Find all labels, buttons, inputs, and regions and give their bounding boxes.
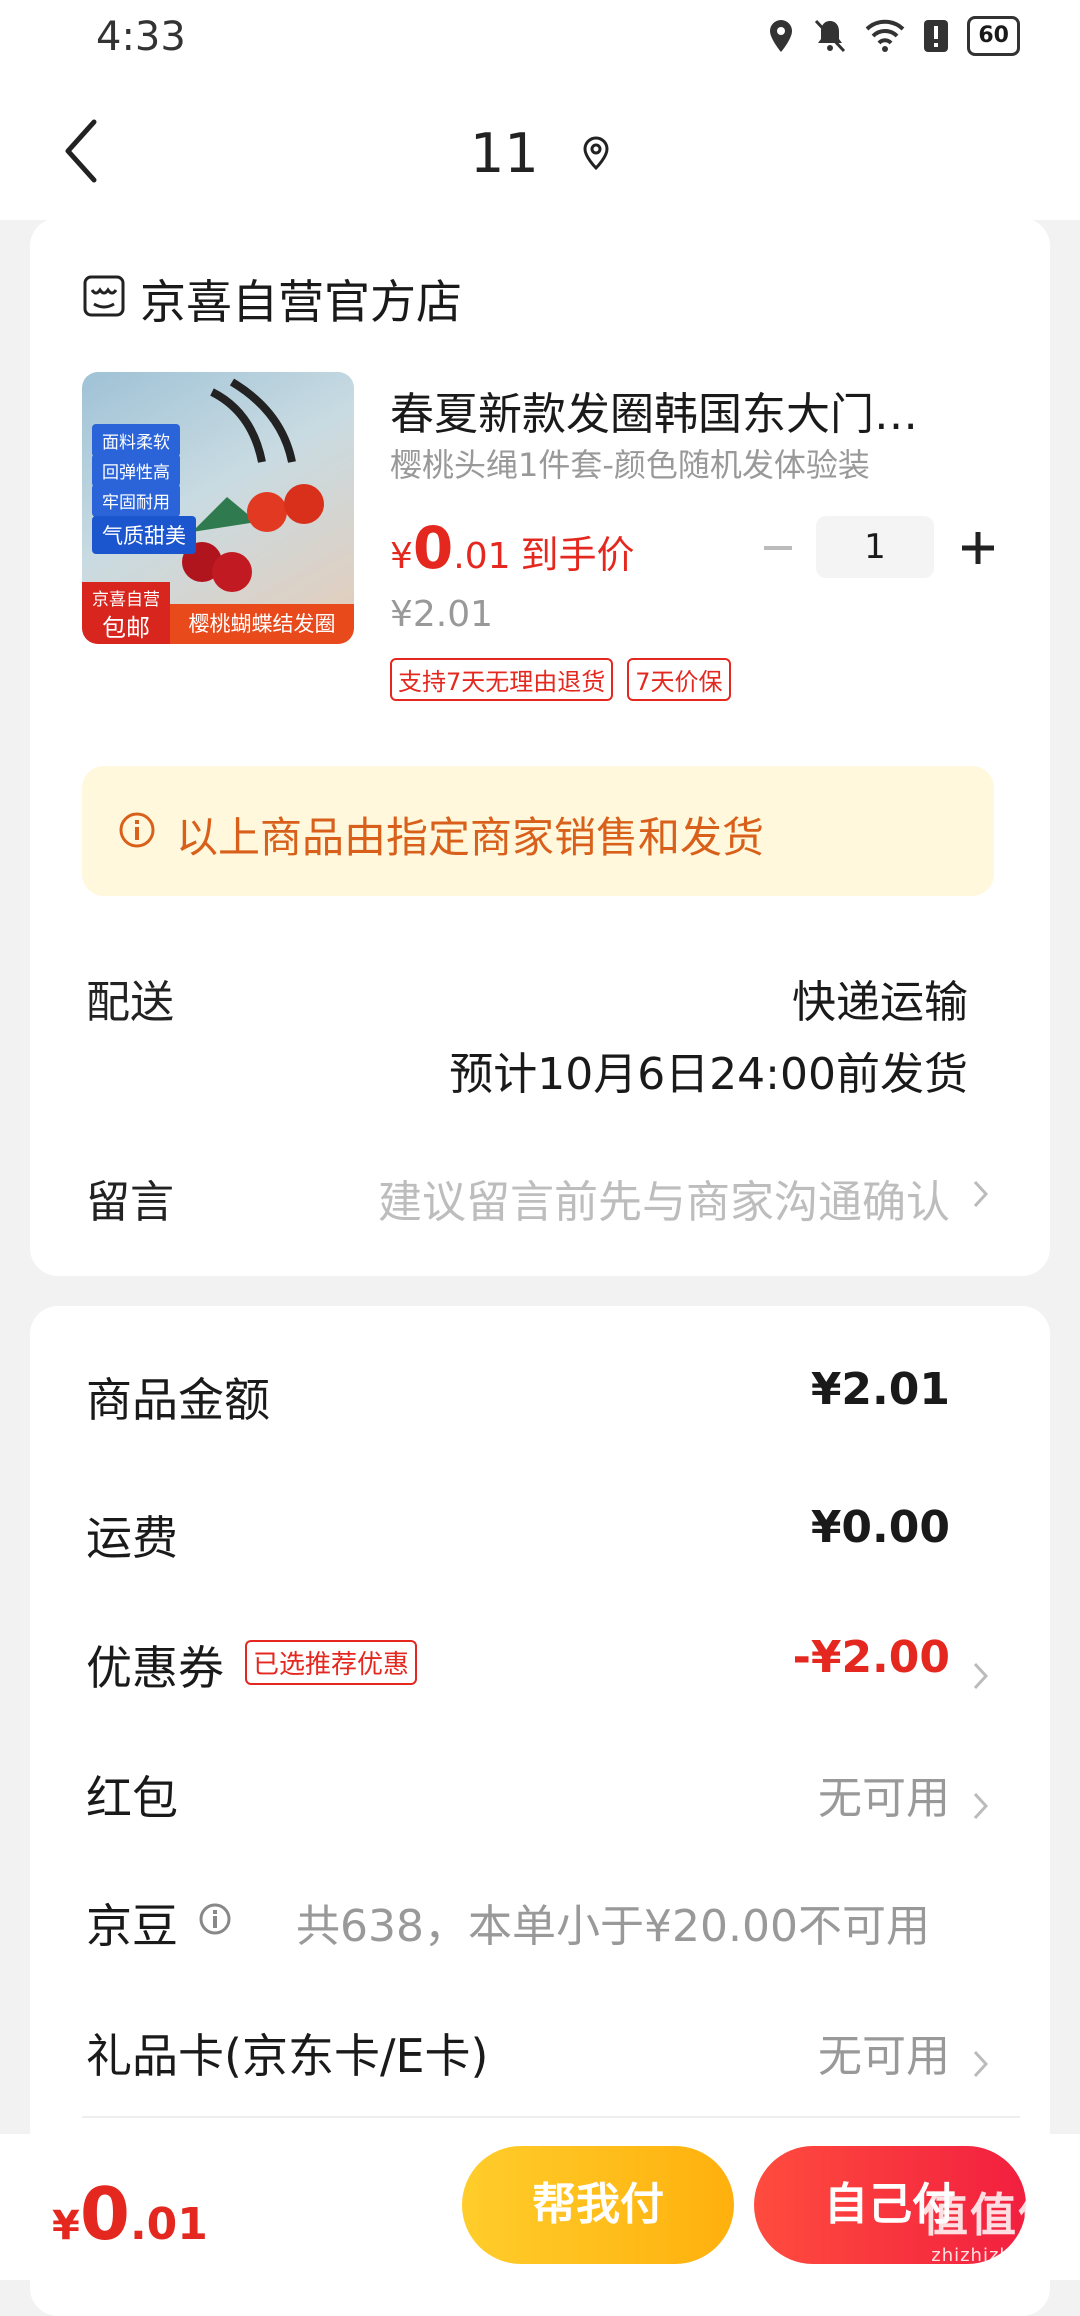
chevron-right-icon[interactable] [972,2046,990,2082]
chevron-right-icon[interactable] [972,1788,990,1824]
thumb-corner-bottom: 包邮 [102,614,150,642]
coupon-value: -¥2.00 [792,1632,950,1683]
price-label: 到手价 [520,533,635,577]
checkout-bar: ¥0.01 帮我付 自己付 值值值 zhizhizhi.com [0,2134,1080,2280]
product-title[interactable]: 春夏新款发圈韩国东大门… [390,378,990,442]
page-title: 11 [470,121,539,185]
help-pay-button[interactable]: 帮我付 [462,2146,734,2264]
page-title-wrap: 11 [0,118,1080,185]
goods-amount-row: 商品金额 ¥2.01 [30,1346,1050,1436]
shipping-fee-label: 运费 [86,1511,178,1565]
jd-beans-row: 京豆 共638，本单小于¥20.00不可用 [30,1872,1050,1962]
divider [82,2116,1020,2118]
return-policy-badge: 支持7天无理由退货 [390,658,614,701]
watermark-logo: 值值值 [922,2188,1066,2242]
quantity-minus-button[interactable] [758,528,798,568]
thumb-corner-top: 京喜自营 [92,590,160,610]
gift-card-row[interactable]: 礼品卡(京东卡/E卡) 无可用 [30,2002,1050,2092]
product-thumbnail[interactable]: 面料柔软 回弹性高 牢固耐用 气质甜美 京喜自营 包邮 樱桃蝴蝶结发圈 [82,372,354,644]
location-pin-icon[interactable] [582,136,610,171]
delivery-estimate: 预计10月6日24:00前发货 [449,1049,968,1100]
price-integer: 0 [412,514,454,582]
goods-amount-label: 商品金额 [86,1373,270,1427]
seller-notice: 以上商品由指定商家销售和发货 [82,766,994,896]
gift-card-value: 无可用 [818,2031,950,2082]
nav-bar: 11 [0,80,1080,220]
location-status-icon [770,20,793,52]
order-card: 京喜自营官方店 面料柔软 回弹性高 牢固耐用 气质甜美 京喜自营 包邮 樱桃蝴蝶… [30,218,1050,1276]
product-price: ¥0.01 到手价 [390,514,635,582]
watermark: 值值值 zhizhizhi.com [922,2179,1066,2266]
coupon-row[interactable]: 优惠券 已选推荐优惠 -¥2.00 [30,1614,1050,1704]
shipping-fee-row: 运费 ¥0.00 [30,1484,1050,1574]
info-icon [119,812,155,848]
watermark-url: zhizhizhi.com [931,2245,1066,2266]
gift-card-label: 礼品卡(京东卡/E卡) [86,2029,489,2083]
price-decimal: .01 [453,536,511,577]
status-icons: 60 [767,16,1020,56]
jd-beans-value: 共638，本单小于¥20.00不可用 [296,1901,930,1952]
shipping-fee-value: ¥0.00 [810,1502,950,1553]
quantity-stepper[interactable]: 1 [816,516,934,578]
jd-beans-label: 京豆 [86,1899,178,1953]
thumb-tag: 面料柔软 [92,424,180,457]
info-icon[interactable] [198,1902,232,1936]
total-currency: ¥ [52,2203,80,2249]
original-price: ¥2.01 [390,594,494,635]
thumb-tag: 回弹性高 [92,454,180,487]
quantity-plus-button[interactable] [958,528,998,568]
status-bar: 4:33 60 [0,0,1080,80]
total-price: ¥0.01 [52,2172,208,2256]
store-icon [83,275,125,317]
mute-bell-icon [815,19,846,53]
service-badges: 支持7天无理由退货 7天价保 [390,658,731,701]
delivery-method: 快递运输 [792,977,968,1028]
red-packet-label: 红包 [86,1771,178,1825]
message-input[interactable]: 建议留言前先与商家沟通确认 [378,1166,950,1230]
chevron-right-icon[interactable] [972,1658,990,1694]
price-protect-badge: 7天价保 [627,658,731,701]
thumb-corner-badge: 京喜自营 包邮 [82,582,170,644]
chevron-right-icon[interactable] [972,1176,990,1212]
total-decimal: .01 [129,2199,208,2250]
wifi-icon [865,19,905,52]
status-time: 4:33 [96,14,186,60]
thumb-tag: 气质甜美 [92,516,196,554]
coupon-badge: 已选推荐优惠 [245,1640,418,1685]
alert-sim-icon [924,20,949,52]
price-currency: ¥ [390,536,413,577]
thumb-tag: 牢固耐用 [92,484,180,517]
thumb-banner: 樱桃蝴蝶结发圈 [170,604,354,644]
total-integer: 0 [79,2172,130,2256]
red-packet-value: 无可用 [818,1773,950,1824]
coupon-label: 优惠券 [86,1641,224,1695]
store-name[interactable]: 京喜自营官方店 [140,266,462,332]
battery-icon: 60 [967,16,1020,56]
red-packet-row[interactable]: 红包 无可用 [30,1744,1050,1834]
message-label: 留言 [86,1177,174,1228]
product-spec: 樱桃头绳1件套-颜色随机发体验装 [390,446,870,484]
goods-amount-value: ¥2.01 [810,1364,950,1415]
delivery-label: 配送 [86,977,174,1028]
notice-text: 以上商品由指定商家销售和发货 [176,813,765,862]
